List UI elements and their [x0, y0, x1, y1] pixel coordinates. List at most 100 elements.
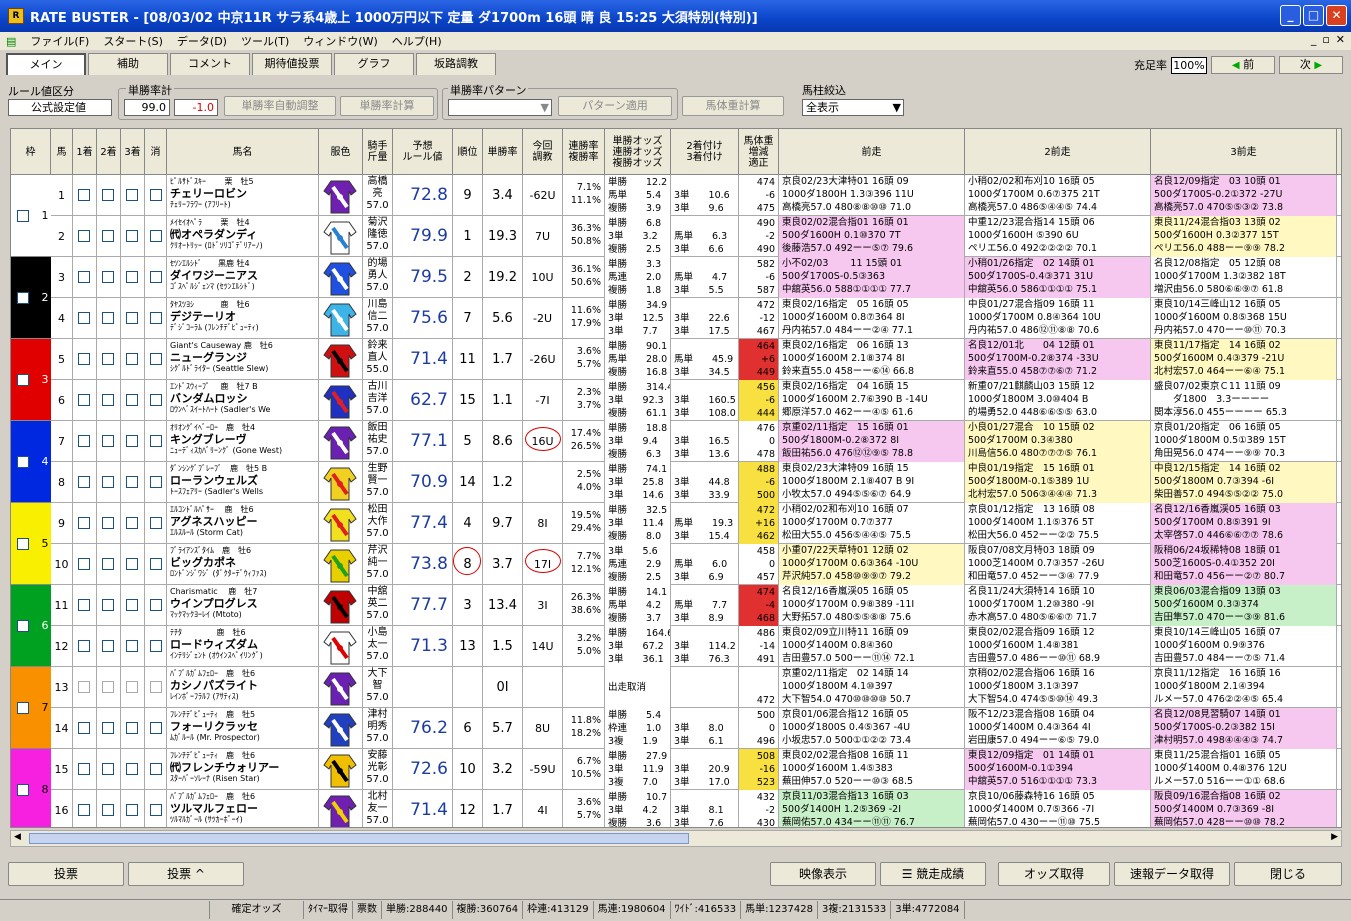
waku-checkbox[interactable] [17, 538, 29, 550]
tab-comment[interactable]: コメント [170, 53, 250, 75]
pick-erase-checkbox[interactable] [150, 558, 162, 570]
pick-2nd-checkbox[interactable] [102, 558, 114, 570]
pick-3rd-checkbox[interactable] [126, 558, 138, 570]
auto-adjust-button[interactable]: 単勝率自動調整 [224, 96, 336, 116]
pick-erase-checkbox[interactable] [150, 804, 162, 816]
pick-erase-checkbox[interactable] [150, 312, 162, 324]
horse-name[interactable]: フォーリクラッセ [170, 720, 315, 733]
pick-3rd-checkbox[interactable] [126, 312, 138, 324]
header-waku[interactable]: 枠 [11, 129, 51, 175]
app-menu-icon[interactable]: ▤ [6, 35, 16, 48]
scroll-left-icon[interactable]: ◀ [14, 832, 21, 842]
header-rule[interactable]: 予想 ルール値 [393, 129, 453, 175]
pick-2nd-checkbox[interactable] [102, 722, 114, 734]
pick-1st-checkbox[interactable] [78, 394, 90, 406]
pattern-apply-button[interactable]: パターン適用 [558, 96, 672, 116]
pick-erase-checkbox[interactable] [150, 353, 162, 365]
menu-data[interactable]: データ(D) [177, 33, 227, 49]
pick-erase-checkbox[interactable] [150, 763, 162, 775]
table-row[interactable]: 7 ｵﾘｵﾝｸﾞｲﾍﾞｰﾛｰ 鹿 牡4 キングブレーヴ ﾆｭｰﾃﾞｨｽｶﾊﾞﾘｰﾝｸﾞ… [51, 421, 1341, 462]
table-row[interactable]: 9 ｴﾙｺﾝﾄﾞﾙﾊﾟｻｰ 鹿 牡6 アグネスハッピー ｴﾙｽﾙｰﾙ (Storm C… [51, 503, 1341, 544]
pick-erase-checkbox[interactable] [150, 189, 162, 201]
pick-2nd-checkbox[interactable] [102, 681, 114, 693]
pick-1st-checkbox[interactable] [78, 640, 90, 652]
tab-graph[interactable]: グラフ [334, 53, 414, 75]
horse-name[interactable]: アグネスハッピー [170, 515, 315, 528]
pick-1st-checkbox[interactable] [78, 189, 90, 201]
header-1st[interactable]: 1着 [73, 129, 97, 175]
pick-1st-checkbox[interactable] [78, 353, 90, 365]
tab-hill-training[interactable]: 坂路調教 [416, 53, 496, 75]
menu-window[interactable]: ウィンドウ(W) [303, 33, 377, 49]
pick-1st-checkbox[interactable] [78, 722, 90, 734]
mdi-minimize-icon[interactable]: _ [1311, 33, 1317, 46]
horse-name[interactable]: チェリーロビン [170, 187, 315, 200]
waku-checkbox[interactable] [17, 620, 29, 632]
pick-2nd-checkbox[interactable] [102, 230, 114, 242]
maximize-button[interactable]: □ [1303, 5, 1324, 26]
pick-erase-checkbox[interactable] [150, 599, 162, 611]
pick-2nd-checkbox[interactable] [102, 640, 114, 652]
menu-file[interactable]: ファイル(F) [30, 33, 89, 49]
horse-name[interactable]: ダイワジーニアス [170, 269, 315, 282]
odds-fetch-button[interactable]: オッズ取得 [998, 862, 1110, 886]
pick-3rd-checkbox[interactable] [126, 230, 138, 242]
pick-1st-checkbox[interactable] [78, 230, 90, 242]
pick-3rd-checkbox[interactable] [126, 763, 138, 775]
pick-2nd-checkbox[interactable] [102, 312, 114, 324]
filter-select[interactable]: 全表示 ▼ [802, 99, 904, 116]
header-rentan[interactable]: 連勝率 複勝率 [563, 129, 605, 175]
pick-1st-checkbox[interactable] [78, 558, 90, 570]
header-uma[interactable]: 馬 [51, 129, 73, 175]
pick-2nd-checkbox[interactable] [102, 476, 114, 488]
horse-name[interactable]: キングブレーヴ [170, 433, 315, 446]
table-row[interactable]: 3 ｾﾂﾝｴﾙｼﾄﾞ 黒鹿 牡4 ダイワジーニアス ｺﾞｽﾍﾟﾙｼﾞｪﾝﾏ (ｾﾂﾝｴ… [51, 257, 1341, 298]
pick-1st-checkbox[interactable] [78, 435, 90, 447]
pick-1st-checkbox[interactable] [78, 312, 90, 324]
pick-erase-checkbox[interactable] [150, 435, 162, 447]
prev-button[interactable]: ◀ 前 [1211, 56, 1275, 74]
pick-3rd-checkbox[interactable] [126, 681, 138, 693]
pick-3rd-checkbox[interactable] [126, 722, 138, 734]
waku-checkbox[interactable] [17, 702, 29, 714]
header-jockey[interactable]: 騎手 斤量 [363, 129, 393, 175]
waku-checkbox[interactable] [17, 292, 29, 304]
pick-2nd-checkbox[interactable] [102, 189, 114, 201]
pick-3rd-checkbox[interactable] [126, 804, 138, 816]
pick-2nd-checkbox[interactable] [102, 353, 114, 365]
pick-erase-checkbox[interactable] [150, 722, 162, 734]
minimize-button[interactable]: _ [1280, 5, 1301, 26]
pick-3rd-checkbox[interactable] [126, 517, 138, 529]
pick-3rd-checkbox[interactable] [126, 435, 138, 447]
pick-2nd-checkbox[interactable] [102, 271, 114, 283]
pick-2nd-checkbox[interactable] [102, 517, 114, 529]
table-row[interactable]: 8 ﾀﾞﾝｼﾝｸﾞﾌﾞﾚｰﾌﾞ 鹿 牡5 B ローランウェルズ ﾄｰｽﾌｪｱﾘｰ (S… [51, 462, 1341, 503]
table-row[interactable]: 4 ﾀﾔｽﾂﾖｼ 鹿 牡6 デジテーリオ ﾃﾞｼﾞｺｰﾗﾑ (ﾌﾚﾝﾁﾃﾞﾋﾟｭｰﾃｨ… [51, 298, 1341, 339]
table-row[interactable]: 12 ﾃﾁﾀ 鹿 牡6 ロードウィズダム ｲﾝﾃﾘｼﾞｪﾝﾄ (ｵｳｲﾝｽﾍﾟｲﾘﾝｸ… [51, 626, 1341, 667]
pick-erase-checkbox[interactable] [150, 476, 162, 488]
vote-button[interactable]: 投票 [8, 862, 124, 886]
pick-3rd-checkbox[interactable] [126, 271, 138, 283]
header-silk[interactable]: 服色 [319, 129, 363, 175]
header-name[interactable]: 馬名 [167, 129, 319, 175]
horse-name[interactable]: ウインプログレス [170, 597, 315, 610]
waku-checkbox[interactable] [17, 374, 29, 386]
table-row[interactable]: 10 ﾌﾞﾗｲｱﾝｽﾞﾀｲﾑ 鹿 牡6 ビッグカポネ ﾛﾝﾄﾞﾝｼﾞﾜｼﾞ (ﾀﾞｸﾀ… [51, 544, 1341, 585]
horizontal-scrollbar[interactable]: ◀ ▶ [10, 830, 1342, 847]
pick-3rd-checkbox[interactable] [126, 476, 138, 488]
header-prev1[interactable]: 前走 [779, 129, 965, 175]
header-odds2[interactable]: 2着付け 3着付け [671, 129, 739, 175]
pick-1st-checkbox[interactable] [78, 763, 90, 775]
weight-calc-button[interactable]: 馬体重計算 [682, 96, 784, 116]
pick-2nd-checkbox[interactable] [102, 599, 114, 611]
pick-3rd-checkbox[interactable] [126, 353, 138, 365]
table-row[interactable]: 14 ﾌﾚﾝﾁﾃﾞﾋﾟｭｰﾃｨ 鹿 牡5 フォーリクラッセ ﾑｶﾞﾙｰﾙ (Mr. P… [51, 708, 1341, 749]
table-row[interactable]: 13 ﾊﾞﾌﾞﾙｶﾞﾑﾌｪﾛｰ 鹿 牡6 カシノパズライト ﾚｲﾝﾎﾞｰﾌﾗﾙﾌ (ｱ… [51, 667, 1341, 708]
pick-erase-checkbox[interactable] [150, 681, 162, 693]
pick-3rd-checkbox[interactable] [126, 640, 138, 652]
waku-checkbox[interactable] [17, 210, 29, 222]
header-rank[interactable]: 順位 [453, 129, 483, 175]
pick-3rd-checkbox[interactable] [126, 599, 138, 611]
pick-2nd-checkbox[interactable] [102, 435, 114, 447]
header-training[interactable]: 今回 調教 [523, 129, 563, 175]
